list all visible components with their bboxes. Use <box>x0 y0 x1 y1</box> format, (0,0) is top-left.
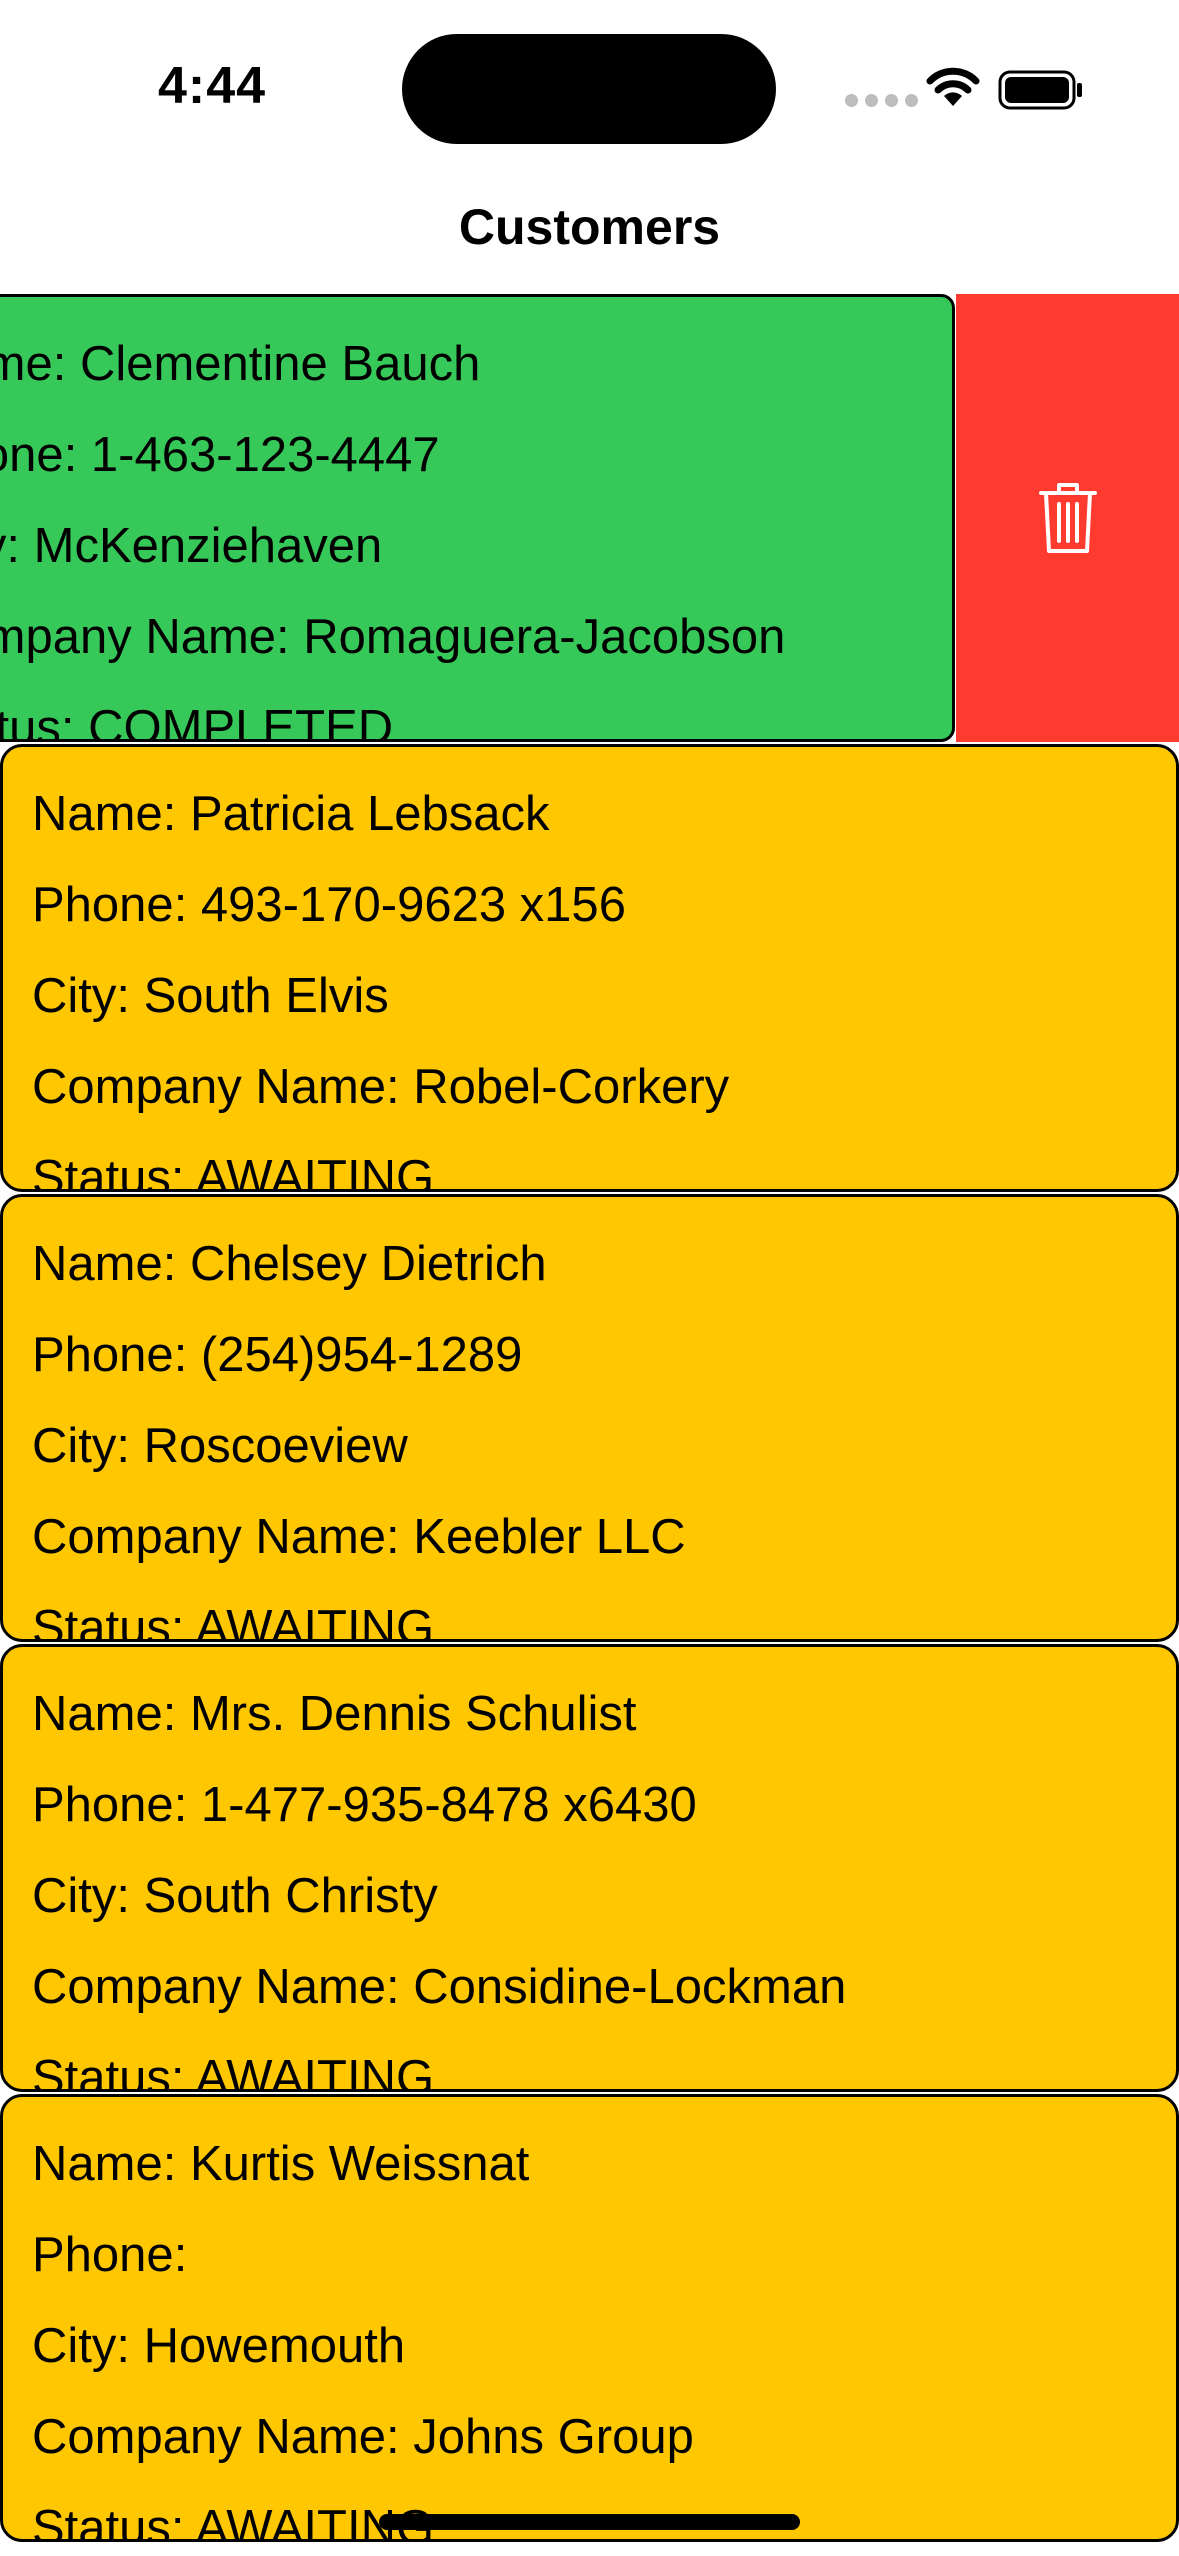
home-indicator[interactable] <box>379 2514 800 2530</box>
customer-phone-line: Phone: (254)954-1289 <box>32 1328 523 1382</box>
customer-company-line: Company Name: Romaguera-Jacobson <box>0 610 786 664</box>
customer-city-line: City: South Christy <box>32 1869 438 1923</box>
customer-status-line: Status: AWAITING <box>32 2051 435 2092</box>
trash-icon <box>1038 483 1097 553</box>
delete-button[interactable] <box>956 294 1179 742</box>
customer-company-line: Company Name: Robel-Corkery <box>32 1060 730 1114</box>
page-title: Customers <box>458 199 721 255</box>
customer-status-line: Status: AWAITING <box>32 1151 435 1192</box>
battery-icon <box>998 70 1082 110</box>
customer-city-line: City: Howemouth <box>32 2319 406 2373</box>
status-time: 4:44 <box>158 57 267 115</box>
customer-company-line: Company Name: Considine-Lockman <box>32 1960 847 2014</box>
customer-card-swiped[interactable]: Name: Clementine Bauch Phone: 1-463-123-… <box>0 294 955 742</box>
customer-status-line: Status: COMPLETED <box>0 701 394 742</box>
customer-phone-line: Phone: <box>32 2228 188 2282</box>
customer-city-line: City: McKenziehaven <box>0 519 383 573</box>
cellular-signal-icon <box>845 94 918 107</box>
wifi-icon <box>926 67 980 106</box>
customer-name-line: Name: Patricia Lebsack <box>32 787 550 841</box>
customer-name-line: Name: Clementine Bauch <box>0 337 481 391</box>
customer-card[interactable]: Name: Kurtis Weissnat Phone: City: Howem… <box>0 2094 1179 2542</box>
customer-card[interactable]: Name: Chelsey Dietrich Phone: (254)954-1… <box>0 1194 1179 1642</box>
customer-name-line: Name: Kurtis Weissnat <box>32 2137 530 2191</box>
customer-company-line: Company Name: Johns Group <box>32 2410 694 2464</box>
customer-phone-line: Phone: 493-170-9623 x156 <box>32 878 626 932</box>
customer-city-line: City: Roscoeview <box>32 1419 408 1473</box>
screen: 4:44 Customers Name: Clementine Bauch Ph… <box>0 0 1179 2556</box>
customer-name-line: Name: Chelsey Dietrich <box>32 1237 547 1291</box>
customer-card[interactable]: Name: Patricia Lebsack Phone: 493-170-96… <box>0 744 1179 1192</box>
customer-city-line: City: South Elvis <box>32 969 389 1023</box>
customer-phone-line: Phone: 1-477-935-8478 x6430 <box>32 1778 697 1832</box>
customer-company-line: Company Name: Keebler LLC <box>32 1510 686 1564</box>
dynamic-island <box>402 34 776 144</box>
customer-card[interactable]: Name: Mrs. Dennis Schulist Phone: 1-477-… <box>0 1644 1179 2092</box>
customer-phone-line: Phone: 1-463-123-4447 <box>0 428 440 482</box>
customer-name-line: Name: Mrs. Dennis Schulist <box>32 1687 637 1741</box>
customer-status-line: Status: AWAITING <box>32 1601 435 1642</box>
